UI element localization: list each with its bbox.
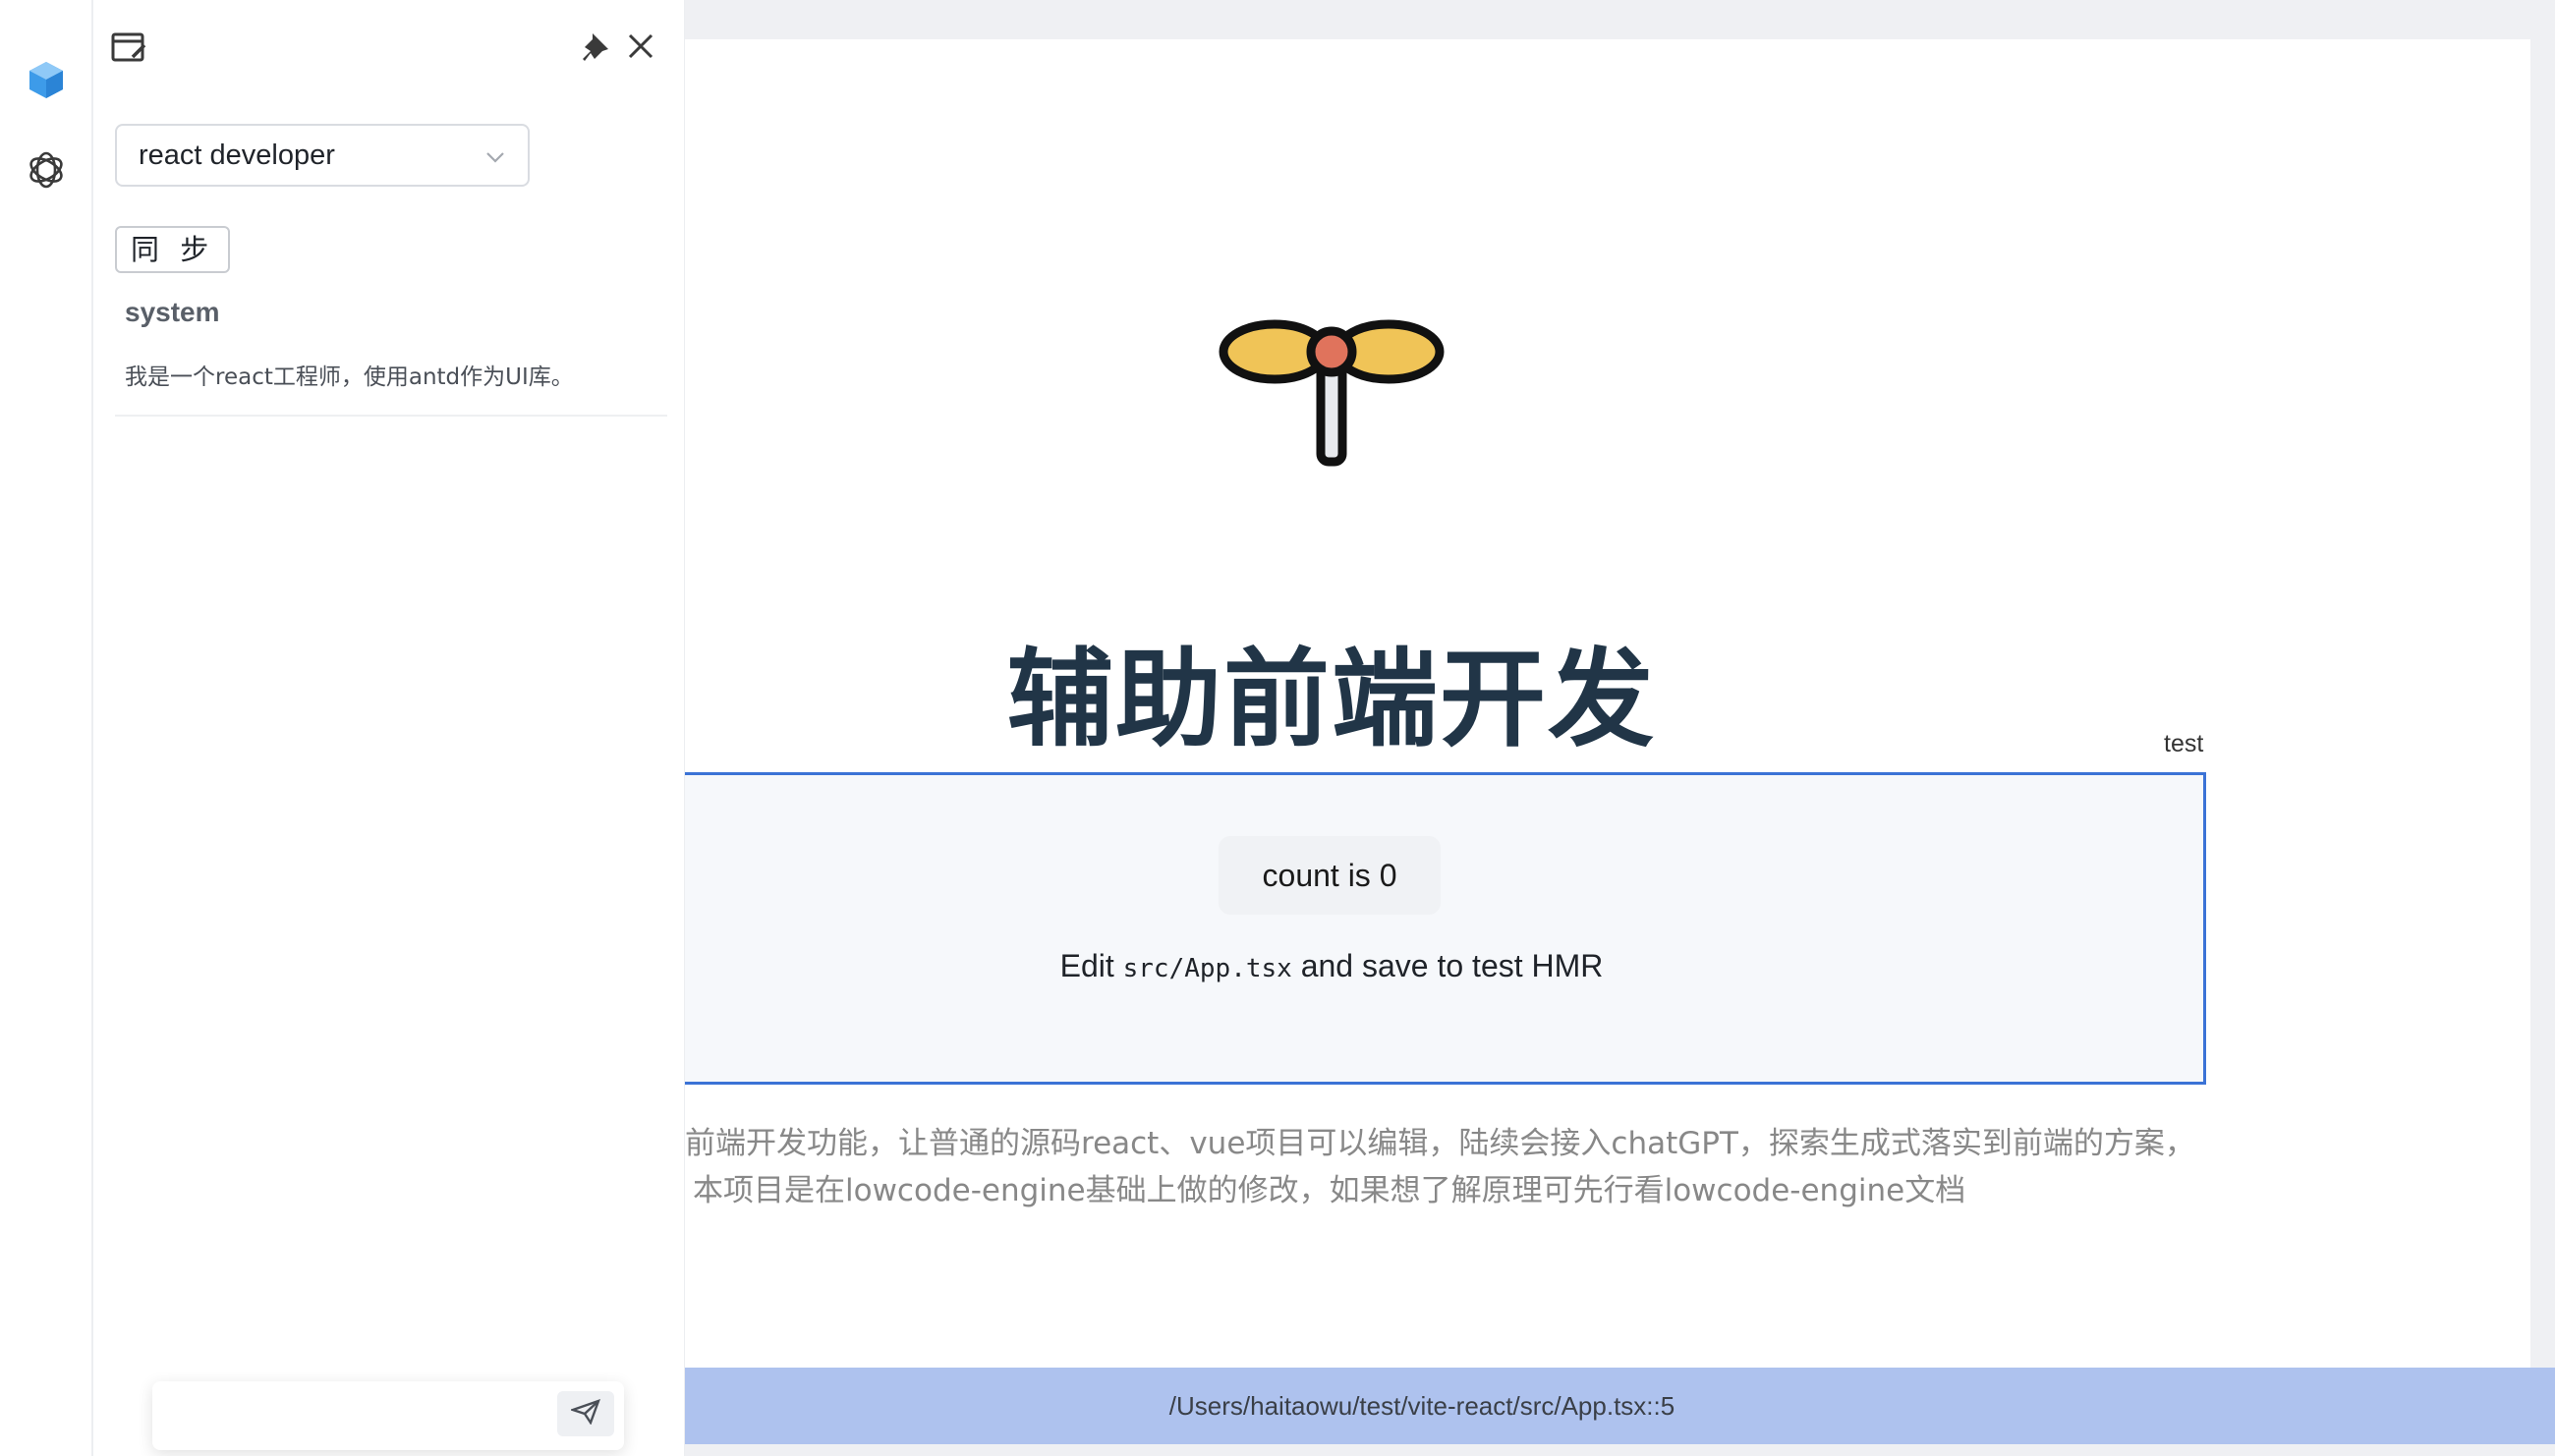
hmr-suffix: and save to test HMR bbox=[1291, 948, 1604, 983]
preview-area: 辅助前端开发 test count is 0 Edit src/App.tsx … bbox=[685, 0, 2555, 1456]
status-path: /Users/haitaowu/test/vite-react/src/App.… bbox=[1168, 1390, 1675, 1421]
count-button[interactable]: count is 0 bbox=[1219, 836, 1441, 915]
status-bar: /Users/haitaowu/test/vite-react/src/App.… bbox=[685, 1368, 2555, 1444]
send-icon bbox=[569, 1398, 600, 1429]
hmr-hint: Edit src/App.tsx and save to test HMR bbox=[685, 948, 1978, 984]
sync-button[interactable]: 同 步 bbox=[115, 226, 231, 273]
pin-icon[interactable] bbox=[581, 31, 610, 63]
new-chat-icon[interactable] bbox=[111, 31, 148, 65]
description: 前端开发功能，让普通的源码react、vue项目可以编辑，陆续会接入chatGP… bbox=[685, 1120, 2257, 1214]
role-select-value: react developer bbox=[139, 139, 335, 171]
close-icon[interactable] bbox=[626, 31, 655, 61]
hmr-code: src/App.tsx bbox=[1122, 954, 1292, 983]
hmr-prefix: Edit bbox=[1059, 948, 1123, 983]
message-divider bbox=[115, 415, 667, 417]
message-role: system bbox=[125, 297, 220, 327]
selected-component-card[interactable]: count is 0 Edit src/App.tsx and save to … bbox=[685, 772, 2206, 1085]
description-line: 本项目是在lowcode-engine基础上做的修改，如果想了解原理可先行看lo… bbox=[693, 1173, 1966, 1208]
chat-panel: react developer 同 步 system 我是一个react工程师，… bbox=[93, 0, 685, 1456]
description-line: 前端开发功能，让普通的源码react、vue项目可以编辑，陆续会接入chatGP… bbox=[685, 1126, 2195, 1161]
message-content: 我是一个react工程师，使用antd作为UI库。 bbox=[125, 364, 574, 390]
send-button[interactable] bbox=[557, 1391, 614, 1436]
chevron-down-icon bbox=[484, 143, 506, 176]
role-select[interactable]: react developer bbox=[115, 124, 530, 187]
openai-icon[interactable] bbox=[22, 145, 71, 195]
box-icon[interactable] bbox=[22, 55, 71, 104]
icon-rail bbox=[0, 0, 93, 1456]
app-logo bbox=[1216, 271, 1448, 482]
bottom-strip bbox=[685, 1444, 2555, 1456]
selection-label: test bbox=[2164, 730, 2204, 757]
hero-title: 辅助前端开发 bbox=[1006, 639, 1656, 761]
chat-input[interactable] bbox=[152, 1381, 624, 1450]
preview-canvas: 辅助前端开发 test count is 0 Edit src/App.tsx … bbox=[685, 39, 2530, 1456]
